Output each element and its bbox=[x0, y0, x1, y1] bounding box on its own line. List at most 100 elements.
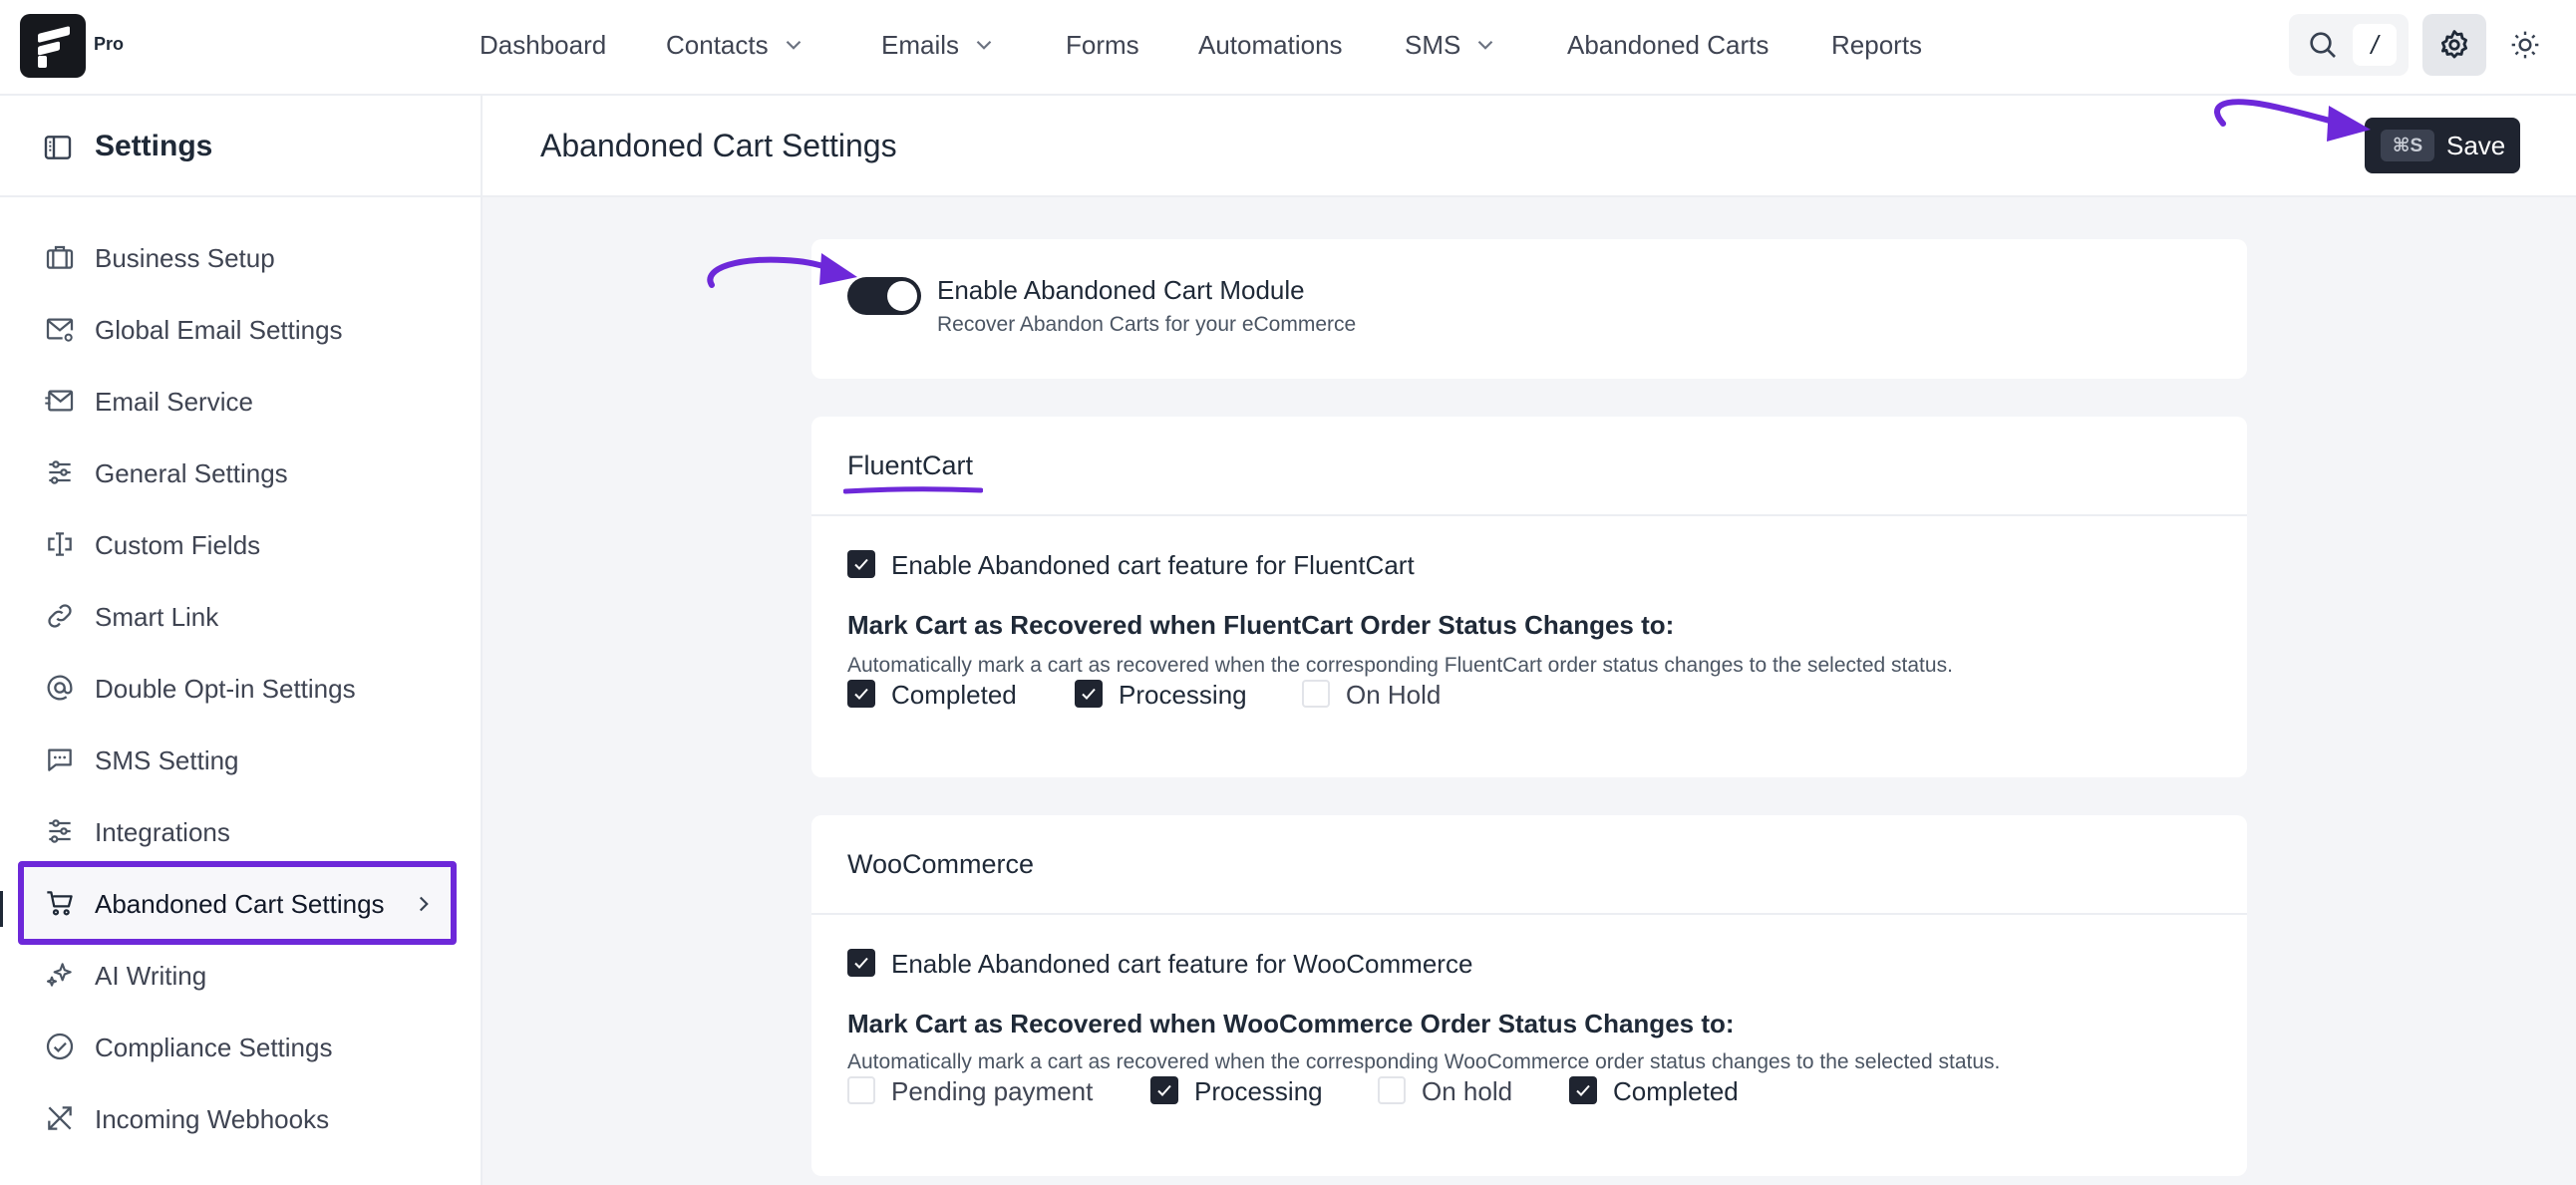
checkmark-icon bbox=[1576, 1084, 1590, 1096]
woocommerce-status-on-hold-checkbox[interactable] bbox=[1378, 1076, 1406, 1104]
fluentcart-status-completed-checkbox[interactable] bbox=[847, 680, 875, 708]
sidebar-item-general-settings[interactable]: General Settings bbox=[18, 441, 457, 504]
sidebar-item-email-service[interactable]: Email Service bbox=[18, 369, 457, 433]
checkmark-icon bbox=[1157, 1084, 1171, 1096]
module-toggle-card: Enable Abandoned Cart Module Recover Aba… bbox=[811, 239, 2247, 379]
enable-module-label: Enable Abandoned Cart Module bbox=[937, 275, 1305, 305]
custom-field-icon bbox=[48, 532, 72, 556]
woocommerce-title: WooCommerce bbox=[847, 849, 1035, 879]
webhook-icon bbox=[48, 1106, 72, 1130]
nav-automations-label: Automations bbox=[1198, 29, 1343, 60]
sidebar-item-compliance-settings[interactable]: Compliance Settings bbox=[18, 1015, 457, 1078]
sun-icon bbox=[2511, 31, 2539, 59]
link-icon bbox=[48, 604, 72, 628]
chevron-down-icon bbox=[976, 40, 992, 50]
sidebar-item-label: Incoming Webhooks bbox=[95, 1104, 330, 1134]
woocommerce-status-completed-checkbox[interactable] bbox=[1569, 1076, 1597, 1104]
sidebar-item-integrations[interactable]: Integrations bbox=[18, 799, 457, 863]
chevron-down-icon bbox=[786, 40, 801, 50]
fluentcart-enable-label: Enable Abandoned cart feature for Fluent… bbox=[891, 550, 1415, 580]
enable-module-toggle[interactable] bbox=[847, 277, 921, 315]
sidebar-header: Settings bbox=[0, 96, 481, 197]
sidebar-item-label: Business Setup bbox=[95, 243, 275, 273]
settings-button[interactable] bbox=[2422, 14, 2486, 76]
sidebar-item-label: Smart Link bbox=[95, 602, 219, 632]
fluentcart-enable-checkbox[interactable] bbox=[847, 550, 875, 578]
pro-badge: Pro bbox=[94, 34, 125, 54]
woocommerce-enable-checkbox[interactable] bbox=[847, 949, 875, 977]
nav-forms[interactable]: Forms bbox=[1066, 28, 1139, 62]
sliders-icon bbox=[49, 819, 71, 843]
save-shortcut-key: ⌘S bbox=[2381, 130, 2434, 161]
sidebar-item-label: Global Email Settings bbox=[95, 315, 343, 345]
sidebar-item-custom-fields[interactable]: Custom Fields bbox=[18, 512, 457, 576]
top-navigation: Pro Dashboard Contacts Emails Forms Auto… bbox=[0, 0, 2576, 96]
sidebar-item-global-email-settings[interactable]: Global Email Settings bbox=[18, 297, 457, 361]
nav-dashboard[interactable]: Dashboard bbox=[480, 28, 606, 62]
chevron-right-icon bbox=[419, 896, 429, 912]
sidebar-item-label: Integrations bbox=[95, 817, 230, 847]
save-button-label: Save bbox=[2446, 131, 2506, 160]
message-icon bbox=[48, 748, 72, 771]
at-sign-icon bbox=[47, 675, 73, 701]
fluentcart-card: FluentCart Enable Abandoned cart feature… bbox=[811, 417, 2247, 777]
nav-abandoned-carts[interactable]: Abandoned Carts bbox=[1567, 28, 1769, 62]
fluentcart-status-on-hold-label: On Hold bbox=[1346, 680, 1442, 710]
sidebar-item-business-setup[interactable]: Business Setup bbox=[18, 225, 457, 289]
woocommerce-status-completed-label: Completed bbox=[1613, 1076, 1739, 1106]
sidebar-item-label: Double Opt-in Settings bbox=[95, 674, 356, 704]
nav-automations[interactable]: Automations bbox=[1198, 28, 1343, 62]
page-title: Abandoned Cart Settings bbox=[540, 128, 897, 163]
sidebar-item-label: Custom Fields bbox=[95, 530, 261, 560]
checkmark-icon bbox=[854, 688, 868, 700]
title-underline-annotation bbox=[843, 486, 983, 494]
woocommerce-status-pending-payment-checkbox[interactable] bbox=[847, 1076, 875, 1104]
nav-forms-label: Forms bbox=[1066, 29, 1139, 60]
gear-icon bbox=[2440, 30, 2468, 59]
check-circle-icon bbox=[46, 1033, 74, 1060]
nav-abandoned-carts-label: Abandoned Carts bbox=[1567, 29, 1770, 60]
sidebar-item-smart-link[interactable]: Smart Link bbox=[18, 584, 457, 648]
woocommerce-enable-label: Enable Abandoned cart feature for WooCom… bbox=[891, 949, 1473, 979]
fluentcart-status-description: Automatically mark a cart as recovered w… bbox=[847, 654, 1953, 677]
enable-module-description: Recover Abandon Carts for your eCommerce bbox=[937, 313, 1357, 336]
woocommerce-status-processing-checkbox[interactable] bbox=[1150, 1076, 1178, 1104]
sidebar-panel-icon[interactable] bbox=[42, 132, 74, 163]
sidebar-item-incoming-webhooks[interactable]: Incoming Webhooks bbox=[18, 1086, 457, 1150]
sidebar-item-ai-writing[interactable]: AI Writing bbox=[18, 943, 457, 1007]
fluentcart-status-on-hold-checkbox[interactable] bbox=[1302, 680, 1330, 708]
sparkle-icon bbox=[46, 963, 72, 987]
sidebar-item-label: SMS Setting bbox=[95, 745, 239, 775]
checkmark-icon bbox=[854, 558, 868, 570]
checkmark-icon bbox=[854, 957, 868, 969]
fluentcrm-logo[interactable] bbox=[20, 14, 86, 78]
search-button[interactable]: / bbox=[2289, 14, 2409, 76]
fluentcart-title: FluentCart bbox=[847, 450, 974, 480]
nav-emails-label: Emails bbox=[881, 29, 960, 60]
fluentcart-status-processing-checkbox[interactable] bbox=[1075, 680, 1103, 708]
woocommerce-card: WooCommerce Enable Abandoned cart featur… bbox=[811, 815, 2247, 1176]
nav-sms[interactable]: SMS bbox=[1405, 28, 1498, 62]
theme-toggle-button[interactable] bbox=[2504, 24, 2546, 66]
sidebar-item-abandoned-cart-settings[interactable]: Abandoned Cart Settings bbox=[18, 861, 457, 945]
woocommerce-status-description: Automatically mark a cart as recovered w… bbox=[847, 1050, 2001, 1073]
sidebar-item-double-opt-in-settings[interactable]: Double Opt-in Settings bbox=[18, 656, 457, 720]
sidebar-item-label: Compliance Settings bbox=[95, 1033, 333, 1062]
woocommerce-status-on-hold-label: On hold bbox=[1422, 1076, 1513, 1106]
nav-reports[interactable]: Reports bbox=[1831, 28, 1922, 62]
nav-reports-label: Reports bbox=[1831, 29, 1923, 60]
sliders-icon bbox=[49, 460, 71, 484]
scroll-indicator bbox=[0, 891, 3, 927]
nav-contacts[interactable]: Contacts bbox=[666, 28, 806, 62]
mail-settings-icon bbox=[46, 318, 74, 342]
sidebar-item-label: AI Writing bbox=[95, 961, 207, 991]
save-button[interactable]: ⌘S Save bbox=[2365, 118, 2520, 173]
settings-sidebar: Settings Business Setup Global Email Set… bbox=[0, 96, 483, 1185]
sidebar-item-label: Email Service bbox=[95, 387, 253, 417]
nav-emails[interactable]: Emails bbox=[881, 28, 997, 62]
nav-dashboard-label: Dashboard bbox=[480, 29, 607, 60]
sidebar-item-sms-setting[interactable]: SMS Setting bbox=[18, 728, 457, 791]
settings-content: Enable Abandoned Cart Module Recover Aba… bbox=[483, 197, 2576, 1185]
fluentcart-status-processing-label: Processing bbox=[1119, 680, 1247, 710]
checkmark-icon bbox=[1082, 688, 1096, 700]
